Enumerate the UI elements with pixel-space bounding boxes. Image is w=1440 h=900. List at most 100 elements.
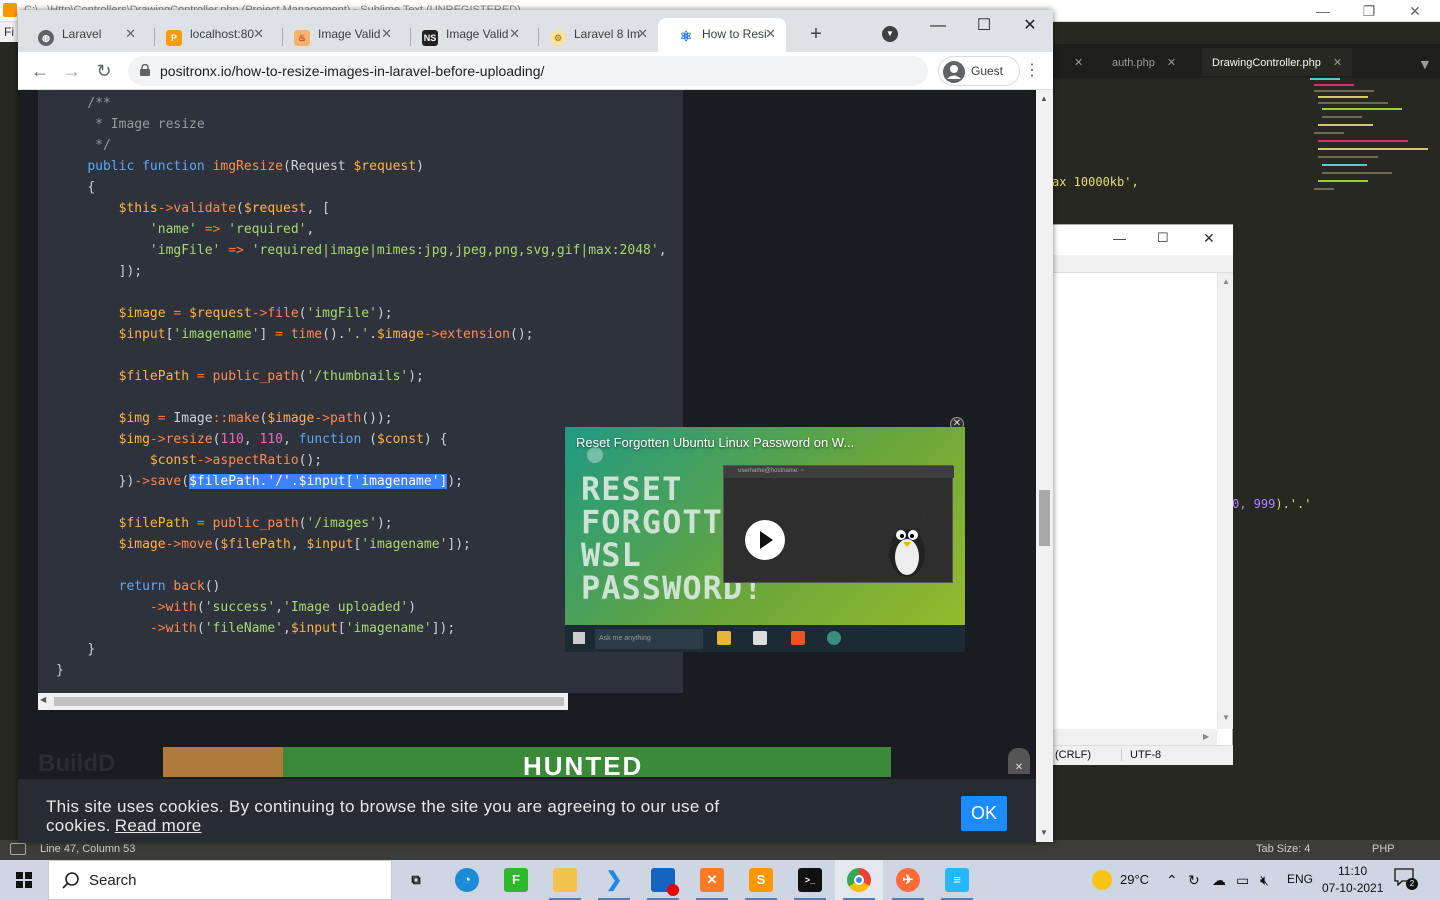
panel-toggle-icon[interactable] — [10, 843, 26, 855]
restore-icon[interactable]: ❐ — [1346, 0, 1392, 22]
taskbar-app-f[interactable]: F — [492, 860, 540, 900]
scroll-up-icon[interactable]: ▲ — [1040, 94, 1048, 103]
tab-overflow-chevron-icon[interactable]: ▼ — [1408, 48, 1440, 76]
svg-text:?: ? — [919, 517, 926, 529]
sublime-tab-drawingcontroller[interactable]: DrawingController.php ✕ — [1202, 48, 1353, 76]
minimize-icon[interactable]: — — [1113, 231, 1126, 246]
play-button[interactable] — [745, 520, 785, 560]
close-icon[interactable]: ✕ — [1203, 230, 1215, 247]
sublime-menu-file[interactable]: Fi — [0, 22, 18, 42]
volume-muted-icon[interactable]: 🔇︎ — [1260, 872, 1269, 889]
ad-close-icon[interactable]: ✕ — [1008, 748, 1030, 774]
tab-close-icon[interactable]: ✕ — [253, 26, 264, 42]
scroll-up-icon[interactable]: ▲ — [1222, 277, 1230, 286]
input-language[interactable]: ENG — [1287, 872, 1313, 886]
reload-icon[interactable]: ↻ — [93, 60, 115, 82]
tab-close-icon[interactable]: ✕ — [1074, 57, 1083, 69]
code-horizontal-scrollbar[interactable]: ◀ — [38, 693, 568, 710]
scroll-down-icon[interactable]: ▼ — [1222, 713, 1230, 722]
url-text[interactable]: positronx.io/how-to-resize-images-in-lar… — [160, 63, 544, 79]
sublime-minimap[interactable] — [1300, 78, 1430, 198]
browser-tab[interactable]: Plocalhost:80 ✕ — [146, 18, 274, 52]
browser-tab-active[interactable]: ⚛ How to Resi ✕ — [658, 18, 786, 52]
profile-button[interactable]: Guest — [938, 56, 1020, 86]
sublime-tab-auth[interactable]: auth.php ✕ — [1102, 48, 1186, 76]
taskbar-app-xampp[interactable]: ✕ — [688, 860, 736, 900]
kebab-menu-icon[interactable]: ⋮ — [1024, 60, 1040, 82]
minimize-icon[interactable]: — — [1300, 0, 1346, 22]
clock-time[interactable]: 11:10 — [1338, 864, 1367, 878]
tab-close-icon[interactable]: ✕ — [1333, 57, 1342, 69]
scrollbar-thumb[interactable] — [54, 697, 564, 706]
close-icon[interactable]: ✕ — [1007, 14, 1053, 44]
forward-arrow-icon[interactable]: → — [61, 60, 83, 82]
back-arrow-icon[interactable]: ← — [29, 60, 51, 82]
taskbar-app-clock[interactable]: ◔ — [443, 860, 491, 900]
folder-icon — [553, 868, 577, 892]
lock-icon[interactable] — [140, 64, 150, 76]
tab-search-icon[interactable]: ▼ — [882, 26, 898, 42]
start-button[interactable] — [0, 860, 48, 900]
tab-title: Laravel 8 Im — [574, 27, 641, 41]
ad-image — [163, 747, 283, 777]
read-more-link[interactable]: Read more — [115, 816, 202, 835]
tab-title: Image Valid — [446, 27, 509, 41]
browser-tab[interactable]: ♨ Image Valid ✕ — [274, 18, 402, 52]
scroll-down-icon[interactable]: ▼ — [1040, 828, 1048, 837]
page-vertical-scrollbar[interactable]: ▲ ▼ — [1036, 90, 1053, 842]
taskbar-app-chrome[interactable] — [835, 860, 883, 900]
new-tab-button[interactable]: + — [806, 24, 826, 44]
browser-tab[interactable]: NS Image Valid ✕ — [402, 18, 530, 52]
clock-date[interactable]: 07-10-2021 — [1322, 881, 1383, 895]
taskbar-app-explorer[interactable] — [541, 860, 589, 900]
taskbar-app-terminal[interactable]: >_ — [786, 860, 834, 900]
browser-tab[interactable]: ◍ Laravel ✕ — [18, 18, 146, 52]
maximize-icon[interactable]: ☐ — [1157, 230, 1169, 246]
sublime-tab-hidden[interactable]: ✕ — [1052, 48, 1093, 76]
scroll-right-icon[interactable]: ▶ — [1203, 732, 1209, 741]
sublime-tab-bar: ✕ auth.php ✕ DrawingController.php ✕ ▼ — [1052, 44, 1440, 78]
tab-close-icon[interactable]: ✕ — [381, 26, 392, 42]
address-bar[interactable]: positronx.io/how-to-resize-images-in-lar… — [128, 56, 928, 86]
notification-center-button[interactable]: 2 — [1394, 868, 1420, 892]
taskbar-search[interactable]: Search — [48, 860, 392, 900]
scroll-left-icon[interactable]: ◀ — [40, 695, 46, 704]
scrollbar-thumb[interactable] — [1039, 490, 1050, 546]
cookie-ok-button[interactable]: OK — [961, 796, 1007, 831]
tab-close-icon[interactable]: ✕ — [509, 26, 520, 42]
tab-close-icon[interactable]: ✕ — [125, 26, 136, 42]
app-icon — [827, 631, 841, 645]
video-title[interactable]: Reset Forgotten Ubuntu Linux Password on… — [576, 435, 854, 450]
cloud-icon[interactable]: ☁ — [1212, 872, 1226, 889]
maximize-icon[interactable]: ☐ — [961, 14, 1007, 44]
search-icon — [62, 872, 79, 889]
taskbar-app-postman[interactable]: ✈ — [884, 860, 932, 900]
floating-video-player[interactable]: RESET FORGOTTEN WSL PASSWORD! username@h… — [565, 427, 965, 652]
taskbar-app-notepad[interactable]: ≡ — [933, 860, 981, 900]
tab-close-icon[interactable]: ✕ — [637, 26, 648, 42]
windows-taskbar: Search ⧉ ◔ F ❯ ✕ S >_ ✈ ≡ 29°C ⌃ ↻ ☁ ▭ 🔇… — [0, 860, 1440, 900]
browser-tab[interactable]: ⚙ Laravel 8 Im ✕ — [530, 18, 658, 52]
windows-logo-icon — [16, 872, 32, 888]
weather-widget[interactable]: 29°C — [1088, 860, 1160, 900]
task-view-button[interactable]: ⧉ — [392, 860, 440, 900]
tab-label: auth.php — [1112, 57, 1155, 69]
close-icon[interactable]: ✕ — [1392, 0, 1438, 22]
taskbar-app-sublime[interactable]: S — [737, 860, 785, 900]
sync-icon[interactable]: ↻ — [1188, 872, 1200, 889]
tab-title: Laravel — [62, 27, 102, 41]
flame-icon: ♨ — [294, 30, 310, 46]
taskbar-app-remote[interactable] — [639, 860, 687, 900]
profile-label: Guest — [971, 64, 1004, 78]
tab-size-selector[interactable]: Tab Size: 4 — [1256, 843, 1310, 855]
notepad-vertical-scrollbar[interactable]: ▲ ▼ — [1217, 273, 1233, 729]
notepad-horizontal-scrollbar[interactable]: ▶ — [1053, 729, 1217, 745]
show-hidden-icons-chevron-icon[interactable]: ⌃ — [1166, 872, 1178, 889]
network-icon[interactable]: ▭ — [1236, 872, 1249, 889]
tab-close-icon[interactable]: ✕ — [1167, 57, 1176, 69]
ad-banner[interactable]: HUNTED — [163, 747, 891, 777]
syntax-selector[interactable]: PHP — [1372, 843, 1395, 855]
minimize-icon[interactable]: — — [915, 14, 961, 44]
taskbar-app-vscode[interactable]: ❯ — [590, 860, 638, 900]
tab-close-icon[interactable]: ✕ — [765, 26, 776, 42]
